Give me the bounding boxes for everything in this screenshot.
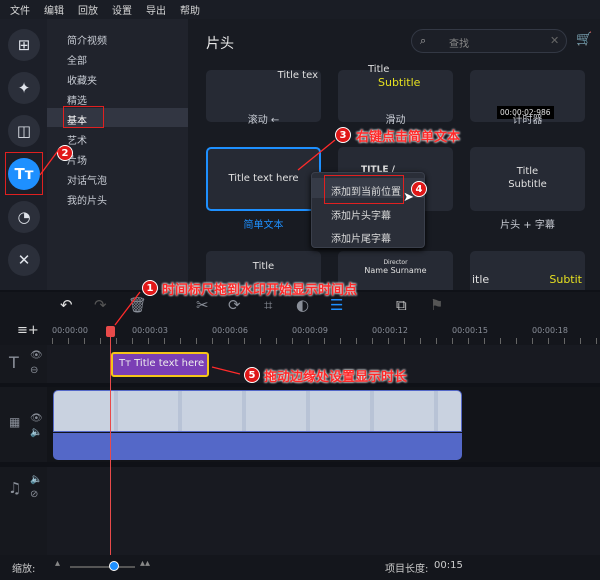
arrow-step-5	[211, 366, 241, 375]
arrow-step-1	[114, 291, 141, 326]
arrow-step-2	[39, 147, 61, 176]
annotation-arrows	[39, 139, 336, 375]
arrow-step-3	[297, 139, 336, 171]
